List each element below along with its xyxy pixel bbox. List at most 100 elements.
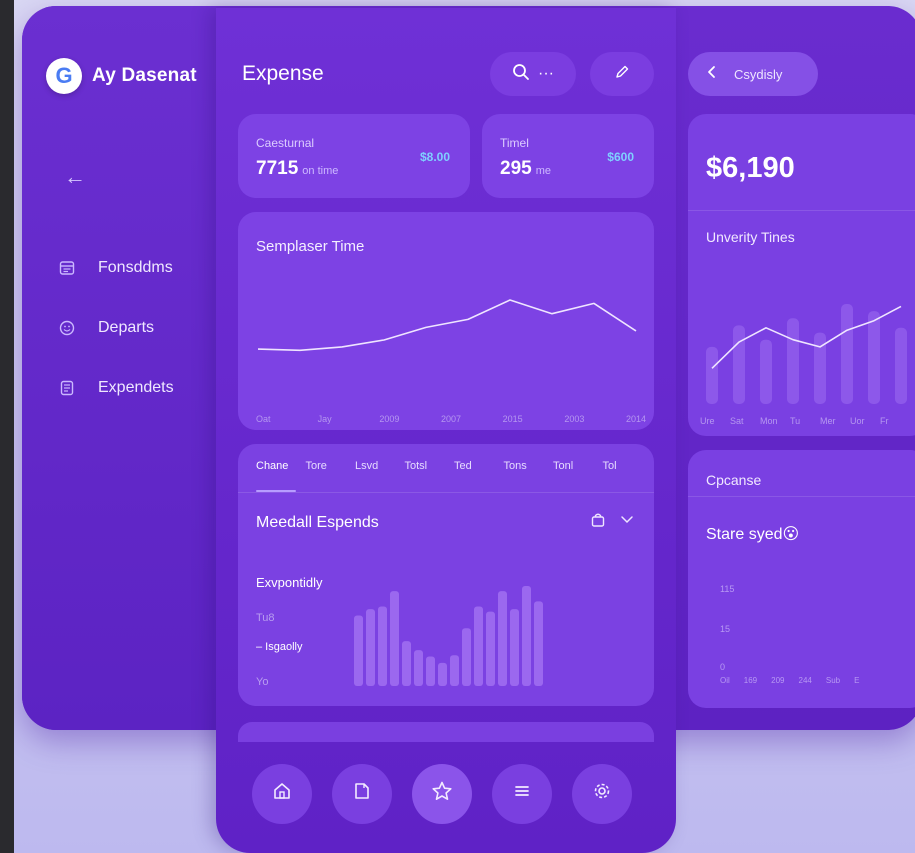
x-tick: E xyxy=(854,676,860,685)
bar xyxy=(414,650,423,686)
bar xyxy=(390,591,399,686)
pencil-icon xyxy=(614,64,630,85)
sidebar-item-label: Expendets xyxy=(98,379,174,396)
x-tick-label: Oat xyxy=(256,414,271,424)
bar xyxy=(438,662,447,686)
x-tick-label: Jay xyxy=(318,414,333,424)
combo-chart: Ure Sat Mon Tu Mer Uor Fr xyxy=(700,304,907,426)
bar xyxy=(510,609,519,686)
stat-amount: $8.00 xyxy=(419,150,450,164)
stat-label: Caesturnal xyxy=(256,136,315,150)
bar xyxy=(450,655,459,686)
sidebar: G Ay Dasenat ← Fonsddms Departs Expendet… xyxy=(22,6,216,730)
stat-card-casual[interactable]: Caesturnal 7715 on time $8.00 xyxy=(238,114,470,198)
bar xyxy=(895,327,907,404)
sidebar-nav: Fonsddms Departs Expendets xyxy=(58,238,174,418)
y-tick: 0 xyxy=(720,662,726,672)
x-tick-label: 2014 xyxy=(626,414,646,424)
sidebar-item-expendets[interactable]: Expendets xyxy=(58,358,174,418)
sidebar-item-label: Fonsddms xyxy=(98,259,173,276)
bar xyxy=(462,628,471,686)
line-chart-card: Semplaser Time Oat Jay 2009 2007 2015 2003 201… xyxy=(238,212,654,430)
star-icon xyxy=(431,780,453,808)
bar xyxy=(522,586,531,686)
x-tick: 209 xyxy=(771,676,785,685)
document-icon xyxy=(58,379,76,397)
bar-chart xyxy=(354,586,543,686)
right-panel: Csydisly $6,190 Unverity Tines Ure Sat Mon… xyxy=(684,0,915,730)
back-arrow-icon[interactable]: ← xyxy=(64,164,86,190)
more-icon: ··· xyxy=(538,65,554,82)
x-tick-label: Sat xyxy=(730,416,744,426)
settings-icon xyxy=(592,781,612,807)
stat-value: 295 me xyxy=(500,158,551,180)
note-icon xyxy=(352,781,372,807)
emoji-icon: 😮 xyxy=(782,526,800,543)
nav-settings-button[interactable] xyxy=(572,764,632,824)
bar xyxy=(534,601,543,686)
bar xyxy=(814,332,826,404)
edit-button[interactable] xyxy=(590,52,654,96)
stat-number: 295 xyxy=(500,158,532,179)
brand-name: Ay Dasenat xyxy=(92,65,197,86)
back-button-label: Csydisly xyxy=(734,66,783,82)
nav-note-button[interactable] xyxy=(332,764,392,824)
search-icon xyxy=(512,63,530,86)
stat-amount: $600 xyxy=(607,150,634,164)
x-tick-label: Mer xyxy=(820,416,836,426)
x-axis: Oil 169 209 244 Sub E xyxy=(720,676,859,685)
bar xyxy=(498,591,507,686)
x-tick-label: Uor xyxy=(850,416,865,426)
x-tick-label: Fr xyxy=(880,416,889,426)
x-tick-label: 2009 xyxy=(379,414,399,424)
menu-icon xyxy=(512,781,532,807)
stat-value: 7715 on time xyxy=(256,158,338,180)
x-tick-label: 2003 xyxy=(564,414,584,424)
x-tick-label: 2015 xyxy=(503,414,523,424)
stat-number: 7715 xyxy=(256,158,299,179)
next-card-peek xyxy=(238,722,654,742)
calendar-icon xyxy=(58,259,76,277)
page-title: Expense xyxy=(242,62,324,85)
google-logo-icon[interactable]: G xyxy=(46,58,82,94)
heading-text: Stare syed xyxy=(706,526,783,543)
bar xyxy=(841,304,853,404)
chevron-left-icon xyxy=(706,65,718,84)
sidebar-item-departs[interactable]: Departs xyxy=(58,298,174,358)
bar xyxy=(402,641,411,686)
sidebar-item-fonsddms[interactable]: Fonsddms xyxy=(58,238,174,298)
y-tick: 15 xyxy=(720,624,731,634)
bar xyxy=(787,318,799,404)
back-button[interactable]: Csydisly xyxy=(688,52,818,96)
bar xyxy=(366,609,375,686)
stat-unit: me xyxy=(535,165,551,177)
line-series xyxy=(257,299,637,352)
bottom-nav xyxy=(252,764,632,824)
divider xyxy=(688,496,915,497)
bar xyxy=(354,615,363,686)
bar xyxy=(706,346,718,404)
home-icon xyxy=(272,781,292,807)
y-tick: 115 xyxy=(720,584,735,594)
x-tick-label: Mon xyxy=(760,416,778,426)
bar xyxy=(486,611,495,686)
card-title: Cpcanse xyxy=(706,472,762,488)
nav-menu-button[interactable] xyxy=(492,764,552,824)
bar xyxy=(868,311,880,404)
expense-card: Cpcanse Stare syed😮 115 15 0 Oil 169 209… xyxy=(688,450,915,708)
stat-card-time[interactable]: Timel 295 me $600 xyxy=(482,114,654,198)
sidebar-item-label: Departs xyxy=(98,319,155,336)
x-tick: 169 xyxy=(743,676,758,685)
x-tick-label: Tu xyxy=(790,416,800,426)
bar xyxy=(733,325,745,404)
summary-card: $6,190 Unverity Tines Ure Sat Mon Tu Mer Uor F… xyxy=(688,114,915,436)
bar xyxy=(474,606,483,686)
nav-favorites-button[interactable] xyxy=(412,764,472,824)
bar xyxy=(760,339,772,404)
spend-card: Chane Tore Lsvd Totsl Ted Tons Tonl Tol … xyxy=(238,444,654,706)
nav-home-button[interactable] xyxy=(252,764,312,824)
bar xyxy=(378,606,387,686)
main-panel: Expense ··· Caesturnal 7715 on time $8.00… xyxy=(216,8,676,853)
search-button[interactable]: ··· xyxy=(490,52,576,96)
x-tick-label: Ure xyxy=(700,416,715,426)
